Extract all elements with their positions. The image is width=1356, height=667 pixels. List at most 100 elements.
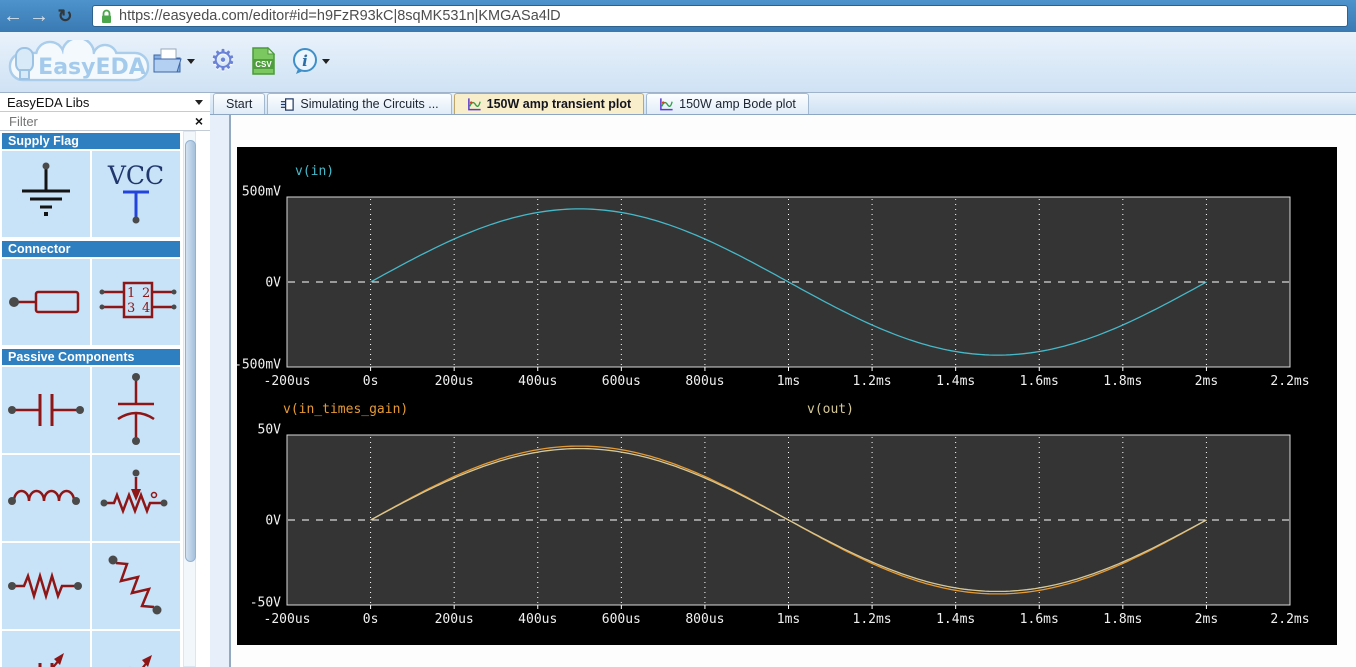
export-csv-button[interactable]: CSV — [251, 46, 276, 76]
tab-label: 150W amp Bode plot — [679, 97, 796, 111]
capacitor-symbol-icon — [8, 394, 84, 426]
x-tick-label: 1.6ms — [1020, 612, 1059, 627]
browser-reload-icon[interactable]: ↻ — [52, 6, 78, 27]
svg-text:1: 1 — [127, 286, 135, 301]
x-tick-label: 0s — [363, 612, 379, 627]
supply-flag-grid: VCC — [0, 149, 182, 239]
x-tick-label: 1.6ms — [1020, 374, 1059, 389]
component-inductor[interactable] — [2, 455, 90, 541]
settings-button[interactable]: ⚙ — [210, 46, 236, 76]
component-resistor-diagonal[interactable] — [92, 543, 180, 629]
potentiometer-symbol-icon — [100, 469, 168, 515]
x-tick-label: 2.2ms — [1270, 374, 1309, 389]
address-bar[interactable]: https://easyeda.com/editor#id=h9FzR93kC|… — [92, 5, 1348, 27]
x-tick-label: 1.4ms — [936, 374, 975, 389]
sidebar-scrollbar[interactable] — [183, 131, 196, 667]
svg-text:i: i — [302, 52, 308, 70]
folder-icon — [153, 48, 182, 73]
section-header-connector[interactable]: Connector — [2, 241, 180, 257]
component-vcc[interactable]: VCC — [92, 151, 180, 237]
x-tick-label: 1.4ms — [936, 612, 975, 627]
library-source-value: EasyEDA Libs — [7, 94, 90, 110]
component-polarized-capacitor[interactable] — [92, 367, 180, 453]
connector-grid: 1 2 3 4 — [0, 257, 182, 347]
gear-icon: ⚙ — [210, 45, 236, 77]
resistor-symbol-icon — [8, 571, 82, 601]
help-menu-caret-icon — [322, 58, 330, 64]
tab-label: Simulating the Circuits ... — [300, 97, 439, 111]
open-menu-caret-icon — [187, 58, 195, 64]
header-4pin-symbol-icon: 1 2 3 4 — [99, 281, 177, 319]
ground-symbol-icon — [22, 162, 70, 216]
browser-back-icon[interactable]: ← — [0, 0, 26, 32]
tab-label: Start — [226, 97, 253, 111]
x-tick-label: 400us — [518, 612, 557, 627]
library-source-select[interactable]: EasyEDA Libs — [0, 93, 210, 112]
tab-150w-amp-transient-plot[interactable]: 150W amp transient plot — [453, 93, 645, 114]
easyeda-toolbar: EasyEDA ⚙ CSV i — [0, 32, 1356, 93]
x-tick-label: 1ms — [777, 374, 800, 389]
url-text: https://easyeda.com/editor#id=h9FzR93kC|… — [119, 8, 561, 24]
component-header-4pin[interactable]: 1 2 3 4 — [92, 259, 180, 345]
x-tick-label: 800us — [685, 374, 724, 389]
tab-150w-amp-bode-plot[interactable]: 150W amp Bode plot — [646, 93, 809, 114]
x-tick-label: 1.2ms — [853, 612, 892, 627]
tab-start[interactable]: Start — [213, 93, 266, 114]
svg-text:2: 2 — [142, 286, 150, 301]
trimmer-resistor-symbol-icon — [129, 655, 152, 667]
trimmer-capacitor-symbol-icon — [38, 653, 64, 667]
document-tabbar: Start Simulating the Circuits ... 150W a… — [210, 93, 1356, 115]
section-header-supply-flag[interactable]: Supply Flag — [2, 133, 180, 149]
component-capacitor[interactable] — [2, 367, 90, 453]
library-sidebar: EasyEDA Libs × Supply Flag — [0, 93, 210, 667]
help-info-button[interactable]: i — [291, 47, 330, 75]
editor-canvas: -200us 0s 200us 400us 600us 800us 1ms 1.2ms 1.4m… — [210, 115, 1356, 667]
svg-text:CSV: CSV — [255, 60, 272, 69]
filter-clear-icon[interactable]: × — [195, 113, 203, 129]
component-ground[interactable] — [2, 151, 90, 237]
browser-forward-icon[interactable]: → — [26, 0, 52, 32]
y-tick-label: 500mV — [242, 185, 281, 200]
browser-toolbar: ← → ↻ https://easyeda.com/editor#id=h9Fz… — [0, 0, 1356, 32]
easyeda-editor-window: ← → ↻ https://easyeda.com/editor#id=h9Fz… — [0, 0, 1356, 667]
inductor-symbol-icon — [8, 489, 80, 505]
tab-simulating-the-circuits[interactable]: Simulating the Circuits ... — [267, 93, 452, 114]
waveform-chart-icon — [660, 97, 673, 110]
easyeda-logo[interactable]: EasyEDA — [6, 40, 152, 86]
waveform-chart-icon — [467, 97, 481, 110]
component-resistor[interactable] — [2, 543, 90, 629]
transient-plots-svg: -200us 0s 200us 400us 600us 800us 1ms 1.2ms 1.4m… — [234, 164, 1310, 627]
open-document-button[interactable] — [152, 47, 195, 75]
logo-text: EasyEDA — [38, 55, 146, 80]
svg-text:4: 4 — [142, 301, 150, 316]
resistor-diagonal-symbol-icon — [108, 555, 162, 615]
x-tick-label: 1ms — [777, 612, 800, 627]
info-icon: i — [293, 48, 317, 74]
sidebar-scrollbar-thumb[interactable] — [185, 140, 196, 562]
x-tick-label: 1.8ms — [1103, 612, 1142, 627]
legend-v(in): v(in) — [295, 164, 334, 179]
component-trimmer-capacitor[interactable] — [2, 631, 90, 667]
sidebar-divider[interactable] — [229, 115, 231, 667]
component-trimmer-resistor[interactable] — [92, 631, 180, 667]
vcc-symbol-icon: VCC — [107, 161, 164, 224]
x-tick-label: 2ms — [1195, 374, 1218, 389]
x-tick-label: -200us — [264, 612, 311, 627]
schematic-doc-icon — [281, 97, 295, 111]
csv-file-icon: CSV — [252, 46, 276, 75]
x-tick-label: 600us — [602, 612, 641, 627]
x-tick-label: 400us — [518, 374, 557, 389]
section-header-passive-components[interactable]: Passive Components — [2, 349, 180, 365]
svg-text:3: 3 — [127, 301, 135, 316]
component-single-pin[interactable] — [2, 259, 90, 345]
x-tick-label: 2ms — [1195, 612, 1218, 627]
x-tick-label: 2.2ms — [1270, 612, 1309, 627]
y-tick-label: 0V — [265, 276, 281, 291]
component-potentiometer[interactable] — [92, 455, 180, 541]
x-tick-label: 1.8ms — [1103, 374, 1142, 389]
filter-input[interactable] — [7, 112, 191, 130]
library-filter: × — [0, 112, 210, 131]
component-library-list: Supply Flag VCC Connector 1 2 3 4 Passiv… — [0, 131, 182, 667]
single-pin-symbol-icon — [9, 290, 80, 314]
canvas-gutter — [210, 115, 229, 667]
